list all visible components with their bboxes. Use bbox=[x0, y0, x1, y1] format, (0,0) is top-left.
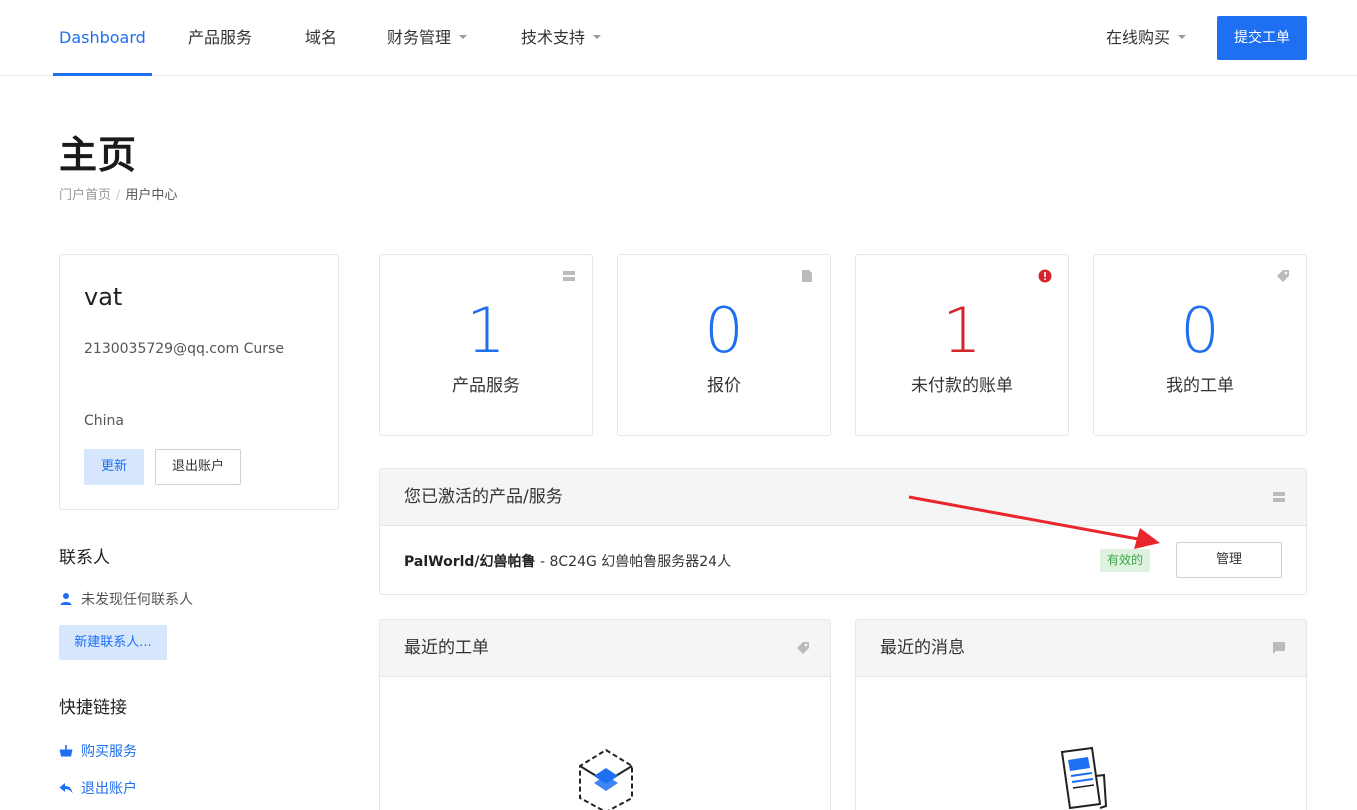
recent-tickets-panel: 最近的工单 bbox=[379, 619, 831, 810]
server-icon bbox=[563, 271, 575, 281]
manage-button[interactable]: 管理 bbox=[1176, 542, 1282, 578]
breadcrumb: 门户首页 / 用户中心 bbox=[59, 184, 177, 203]
quick-link-logout-label: 退出账户 bbox=[81, 781, 137, 797]
quick-link-logout[interactable]: 退出账户 bbox=[59, 778, 137, 798]
service-name: PalWorld/幻兽帕鲁 bbox=[404, 554, 536, 570]
service-detail: - 8C24G 幻兽帕鲁服务器24人 bbox=[535, 554, 732, 570]
server-icon bbox=[1273, 492, 1285, 502]
stat-card-tickets[interactable]: 0 我的工单 bbox=[1093, 254, 1307, 436]
active-services-panel: 您已激活的产品/服务 PalWorld/幻兽帕鲁 - 8C24G 幻兽帕鲁服务器… bbox=[379, 468, 1307, 595]
profile-card: vat 2130035729@qq.com Curse China 更新 退出账… bbox=[59, 254, 339, 510]
stat-label: 我的工单 bbox=[1166, 376, 1234, 396]
service-row[interactable]: PalWorld/幻兽帕鲁 - 8C24G 幻兽帕鲁服务器24人 bbox=[404, 551, 731, 571]
panel-header: 您已激活的产品/服务 bbox=[380, 469, 1306, 526]
panel-header: 最近的工单 bbox=[380, 620, 830, 677]
alert-circle-icon bbox=[1038, 269, 1052, 283]
chevron-down-icon bbox=[593, 35, 602, 39]
empty-newspaper-icon bbox=[1060, 746, 1108, 810]
chevron-down-icon bbox=[1178, 35, 1187, 39]
nav-support[interactable]: 技术支持 bbox=[521, 0, 602, 76]
comment-icon bbox=[1273, 642, 1285, 654]
stat-card-unpaid-invoices[interactable]: 1 未付款的账单 bbox=[855, 254, 1069, 436]
stat-value: 0 bbox=[704, 294, 744, 367]
profile-email: 2130035729@qq.com Curse bbox=[84, 341, 284, 357]
profile-country: China bbox=[84, 413, 124, 429]
basket-icon bbox=[59, 745, 73, 757]
nav-finance-label: 财务管理 bbox=[387, 28, 452, 47]
recent-news-panel: 最近的消息 bbox=[855, 619, 1307, 810]
stat-label: 未付款的账单 bbox=[911, 376, 1013, 396]
nav-finance[interactable]: 财务管理 bbox=[387, 0, 468, 76]
new-contact-button[interactable]: 新建联系人... bbox=[59, 625, 167, 660]
update-button[interactable]: 更新 bbox=[84, 449, 144, 485]
panel-title: 最近的工单 bbox=[404, 638, 489, 658]
breadcrumb-separator: / bbox=[116, 188, 121, 203]
tag-icon bbox=[797, 642, 809, 654]
file-icon bbox=[802, 270, 812, 282]
stat-value: 0 bbox=[1180, 294, 1220, 367]
quick-links-heading: 快捷链接 bbox=[59, 698, 127, 718]
logout-button[interactable]: 退出账户 bbox=[155, 449, 241, 485]
nav-online-buy[interactable]: 在线购买 bbox=[1106, 0, 1187, 76]
empty-inbox-icon bbox=[579, 748, 633, 810]
nav-support-label: 技术支持 bbox=[521, 28, 586, 47]
stat-label: 报价 bbox=[707, 376, 741, 396]
breadcrumb-home-link[interactable]: 门户首页 bbox=[59, 188, 111, 203]
stat-value: 1 bbox=[942, 294, 982, 367]
panel-header: 最近的消息 bbox=[856, 620, 1306, 677]
page-title: 主页 bbox=[59, 133, 138, 177]
stat-card-quotes[interactable]: 0 报价 bbox=[617, 254, 831, 436]
panel-title: 您已激活的产品/服务 bbox=[404, 487, 563, 507]
panel-title: 最近的消息 bbox=[880, 638, 965, 658]
chevron-down-icon bbox=[459, 35, 468, 39]
contacts-empty: 未发现任何联系人 bbox=[59, 589, 193, 609]
submit-ticket-button[interactable]: 提交工单 bbox=[1217, 16, 1307, 60]
top-navbar: Dashboard 产品服务 域名 财务管理 技术支持 在线购买 提交工单 bbox=[0, 0, 1357, 76]
nav-domains[interactable]: 域名 bbox=[305, 0, 337, 76]
status-badge: 有效的 bbox=[1100, 549, 1151, 572]
quick-link-buy-label: 购买服务 bbox=[81, 744, 137, 760]
nav-online-buy-label: 在线购买 bbox=[1106, 28, 1171, 47]
user-icon bbox=[60, 593, 72, 605]
contacts-empty-text: 未发现任何联系人 bbox=[81, 592, 193, 608]
stat-label: 产品服务 bbox=[452, 376, 520, 396]
back-arrow-icon bbox=[59, 783, 73, 794]
quick-link-buy[interactable]: 购买服务 bbox=[59, 741, 137, 761]
breadcrumb-current: 用户中心 bbox=[125, 188, 178, 203]
nav-dashboard[interactable]: Dashboard bbox=[53, 0, 152, 76]
profile-name: vat bbox=[84, 283, 123, 311]
contacts-heading: 联系人 bbox=[59, 548, 110, 568]
tag-icon bbox=[1277, 270, 1289, 282]
stat-card-services[interactable]: 1 产品服务 bbox=[379, 254, 593, 436]
nav-products[interactable]: 产品服务 bbox=[188, 0, 252, 76]
stat-value: 1 bbox=[466, 294, 506, 367]
